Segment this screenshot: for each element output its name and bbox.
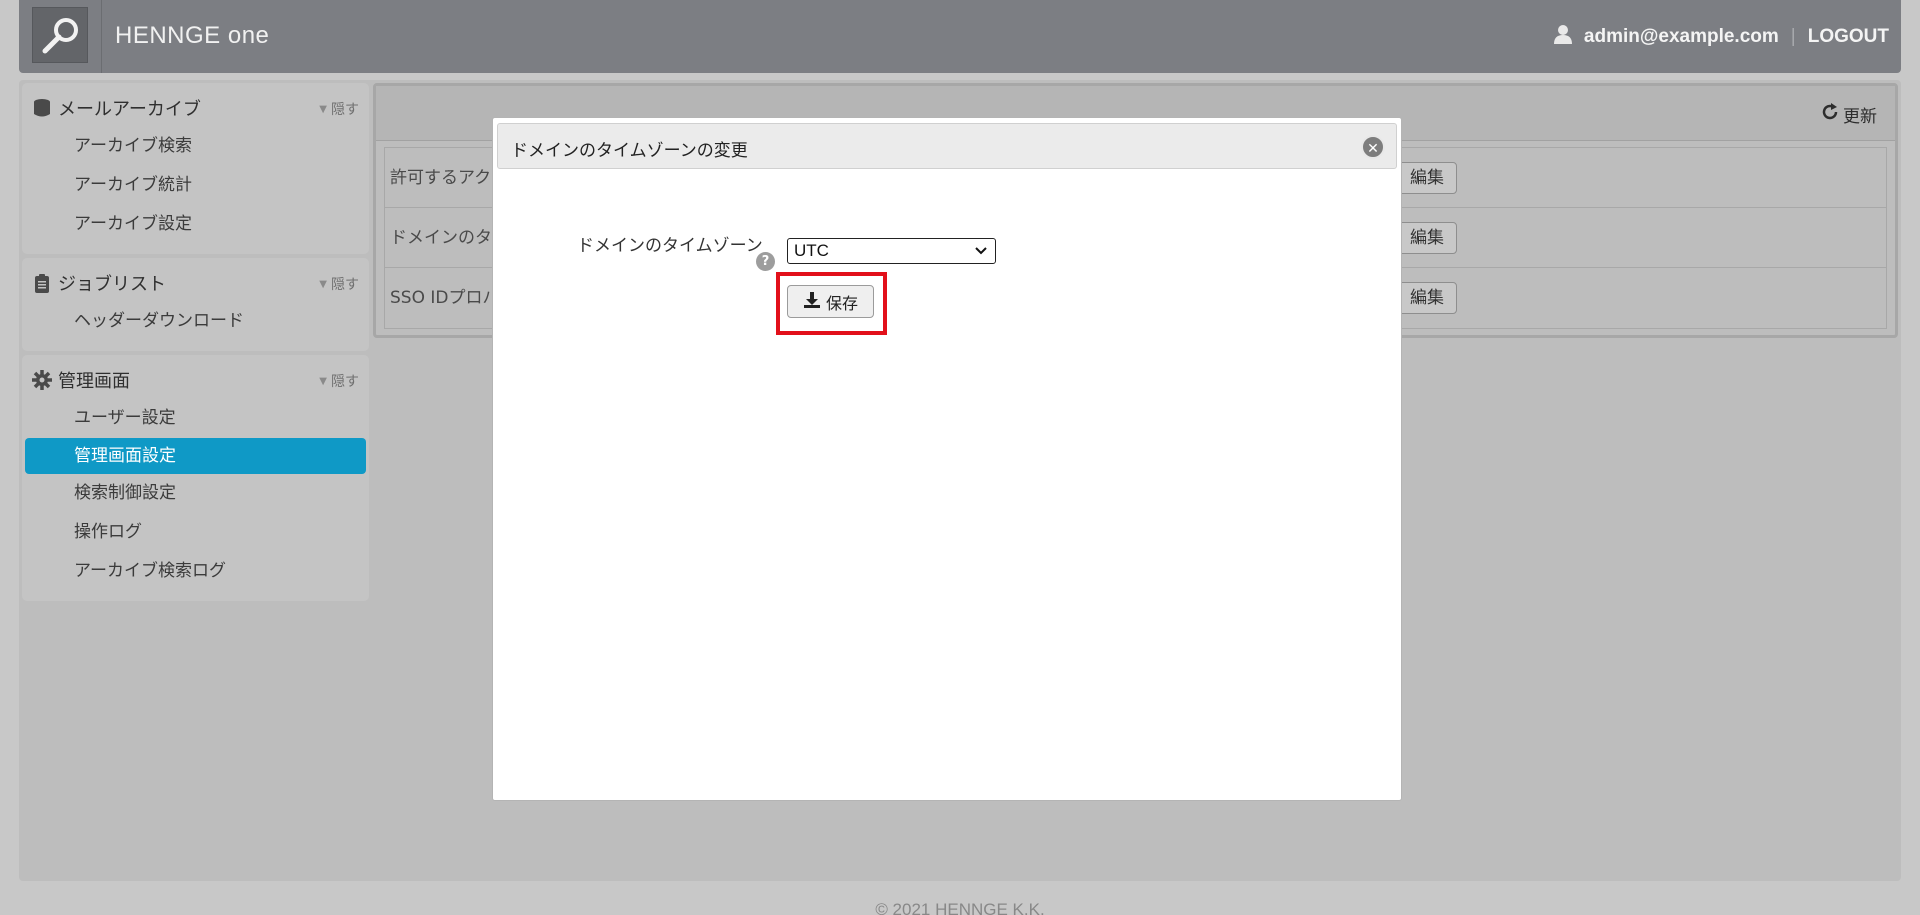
sidebar-section-title: ジョブリスト xyxy=(58,274,166,295)
triangle-down-icon: ▼ xyxy=(319,375,327,387)
brand-name: HENNGE one xyxy=(115,22,270,49)
sidebar-section-header[interactable]: ジョブリスト xyxy=(22,270,369,296)
modal-title: ドメインのタイムゾーンの変更 xyxy=(511,141,748,161)
timezone-selected-value: UTC xyxy=(794,241,829,260)
sidebar-section-title: メールアーカイブ xyxy=(58,99,201,120)
sidebar-section-header[interactable]: 管理画面 xyxy=(22,367,369,393)
sidebar-section-admin: 管理画面 ▼ 隠す ユーザー設定 管理画面設定 検索制御設定 操作ログ アーカイブ… xyxy=(22,355,369,601)
header-separator: | xyxy=(1790,26,1796,47)
row-label: ドメインのタ xyxy=(390,228,492,248)
sidebar-item-operation-log[interactable]: 操作ログ xyxy=(25,513,366,552)
edit-button[interactable]: 編集 xyxy=(1397,282,1457,314)
sidebar-section-job-list: ジョブリスト ▼ 隠す ヘッダーダウンロード xyxy=(22,258,369,351)
help-icon[interactable]: ? xyxy=(756,252,775,271)
sidebar-item-archive-search-log[interactable]: アーカイブ検索ログ xyxy=(25,552,366,591)
triangle-down-icon: ▼ xyxy=(319,278,327,290)
timezone-modal: ドメインのタイムゾーンの変更 ✕ ドメインのタイムゾーン ? UTC 保存 xyxy=(492,117,1402,801)
chevron-down-icon xyxy=(974,239,988,270)
footer-copyright: © 2021 HENNGE K.K. xyxy=(875,900,1045,915)
sidebar-item-search-control[interactable]: 検索制御設定 xyxy=(25,474,366,513)
hide-toggle[interactable]: ▼ 隠す xyxy=(319,371,359,391)
sidebar-item-admin-settings[interactable]: 管理画面設定 xyxy=(25,438,366,474)
hide-toggle[interactable]: ▼ 隠す xyxy=(319,274,359,294)
user-icon xyxy=(1553,24,1572,50)
refresh-button[interactable]: 更新 xyxy=(1821,102,1877,127)
sidebar-item-header-download[interactable]: ヘッダーダウンロード xyxy=(25,302,366,341)
edit-button[interactable]: 編集 xyxy=(1397,222,1457,254)
triangle-down-icon: ▼ xyxy=(319,103,327,115)
gear-icon xyxy=(32,370,52,390)
logo-divider xyxy=(101,0,102,73)
hide-label: 隠す xyxy=(331,374,359,390)
save-label: 保存 xyxy=(825,293,858,313)
modal-titlebar[interactable]: ドメインのタイムゾーンの変更 ✕ xyxy=(497,123,1397,169)
user-email[interactable]: admin@example.com xyxy=(1584,26,1779,48)
refresh-label: 更新 xyxy=(1843,107,1877,127)
sidebar-section-mail-archive: メールアーカイブ ▼ 隠す アーカイブ検索 アーカイブ統計 アーカイブ設定 xyxy=(22,83,369,254)
hide-label: 隠す xyxy=(331,102,359,118)
row-label: 許可するアク xyxy=(390,168,492,188)
save-button[interactable]: 保存 xyxy=(787,285,874,318)
hide-toggle[interactable]: ▼ 隠す xyxy=(319,99,359,119)
sidebar: メールアーカイブ ▼ 隠す アーカイブ検索 アーカイブ統計 アーカイブ設定 ジョブ… xyxy=(22,83,369,605)
clipboard-icon xyxy=(32,273,52,293)
row-label: SSO IDプロバ xyxy=(390,288,500,308)
user-area: admin@example.com | LOGOUT xyxy=(1553,24,1889,50)
sidebar-item-archive-search[interactable]: アーカイブ検索 xyxy=(25,127,366,166)
top-header: HENNGE one admin@example.com | LOGOUT xyxy=(19,0,1901,73)
sidebar-item-archive-settings[interactable]: アーカイブ設定 xyxy=(25,205,366,244)
sidebar-item-archive-stats[interactable]: アーカイブ統計 xyxy=(25,166,366,205)
sidebar-item-user-settings[interactable]: ユーザー設定 xyxy=(25,399,366,438)
close-icon[interactable]: ✕ xyxy=(1361,135,1385,159)
hide-label: 隠す xyxy=(331,277,359,293)
download-icon xyxy=(803,291,821,313)
logout-link[interactable]: LOGOUT xyxy=(1808,26,1889,48)
sidebar-section-title: 管理画面 xyxy=(58,371,130,392)
database-icon xyxy=(32,98,52,118)
magnifier-icon xyxy=(42,18,78,54)
refresh-icon xyxy=(1821,103,1839,126)
sidebar-section-header[interactable]: メールアーカイブ xyxy=(22,95,369,121)
timezone-select[interactable]: UTC xyxy=(787,238,996,264)
app-logo[interactable] xyxy=(32,7,88,63)
edit-button[interactable]: 編集 xyxy=(1397,162,1457,194)
timezone-field-label: ドメインのタイムゾーン xyxy=(577,236,763,256)
